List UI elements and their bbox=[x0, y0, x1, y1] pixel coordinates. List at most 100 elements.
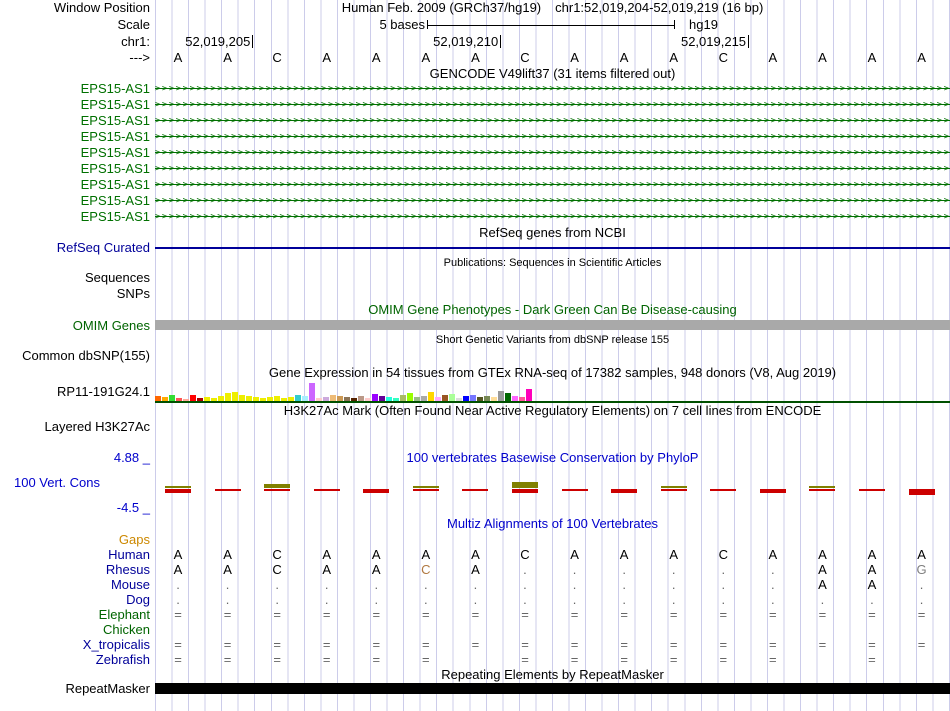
repeatmasker-label[interactable]: RepeatMasker bbox=[0, 682, 155, 696]
gencode-item-label[interactable]: EPS15-AS1 bbox=[0, 209, 155, 225]
alignment-cell: = bbox=[917, 607, 926, 622]
gencode-item-label[interactable]: EPS15-AS1 bbox=[0, 113, 155, 129]
phylop-negative-bar[interactable] bbox=[511, 489, 538, 493]
phylop-negative-bar[interactable] bbox=[165, 489, 191, 493]
omim-genes-label[interactable]: OMIM Genes bbox=[0, 318, 155, 333]
phylop-positive-bar[interactable] bbox=[264, 484, 291, 488]
phylop-positive-bar[interactable] bbox=[511, 482, 538, 488]
phylop-title[interactable]: 100 vertebrates Basewise Conservation by… bbox=[155, 450, 950, 466]
gencode-item-label[interactable]: EPS15-AS1 bbox=[0, 161, 155, 177]
gtex-tissue-bar[interactable] bbox=[498, 391, 504, 401]
phylop-negative-bar[interactable] bbox=[264, 489, 291, 491]
gencode-title[interactable]: GENCODE V49lift37 (31 items filtered out… bbox=[155, 66, 950, 81]
gtex-tissue-bar[interactable] bbox=[407, 393, 413, 401]
species-alignment-elephant[interactable]: = = = = = = = = = = = = = = = = bbox=[155, 607, 950, 622]
gencode-item-label[interactable]: EPS15-AS1 bbox=[0, 193, 155, 209]
gencode-item-label[interactable]: EPS15-AS1 bbox=[0, 145, 155, 161]
phylop-track-label[interactable]: 100 Vert. Cons bbox=[0, 466, 155, 500]
phylop-positive-bar[interactable] bbox=[660, 486, 687, 488]
phylop-positive-bar[interactable] bbox=[412, 486, 439, 488]
alignment-cell: = bbox=[471, 607, 480, 622]
gtex-tissue-bar[interactable] bbox=[372, 394, 378, 401]
phylop-negative-bar[interactable] bbox=[412, 489, 439, 491]
gtex-row: RP11-191G24.1 bbox=[0, 381, 950, 403]
alignment-cell: . bbox=[721, 562, 726, 577]
refseq-title[interactable]: RefSeq genes from NCBI bbox=[155, 225, 950, 240]
omim-title[interactable]: OMIM Gene Phenotypes - Dark Green Can Be… bbox=[155, 302, 950, 318]
gencode-item-label[interactable]: EPS15-AS1 bbox=[0, 177, 155, 193]
alignment-cell: = bbox=[769, 607, 777, 622]
transcript-row: EPS15-AS1 >>>>>>>>>>>>>>>>>>>>>>>>>>>>>>>… bbox=[0, 81, 950, 97]
species-label-human[interactable]: Human bbox=[0, 547, 155, 562]
phylop-negative-bar[interactable] bbox=[660, 489, 687, 491]
species-label-x_tropicalis[interactable]: X_tropicalis bbox=[0, 637, 155, 652]
publications-title[interactable]: Publications: Sequences in Scientific Ar… bbox=[155, 256, 950, 270]
phylop-wiggle-track[interactable] bbox=[155, 466, 950, 500]
repeatmasker-bar[interactable] bbox=[155, 683, 950, 694]
gtex-bar-chart[interactable] bbox=[155, 383, 532, 401]
species-label-mouse[interactable]: Mouse bbox=[0, 577, 155, 592]
phylop-negative-bar[interactable] bbox=[759, 489, 786, 493]
species-alignment-mouse[interactable]: ............. A A. bbox=[155, 577, 950, 592]
gencode-item-label[interactable]: EPS15-AS1 bbox=[0, 97, 155, 113]
species-alignment-human[interactable]: AACAAAACAAACAAAA bbox=[155, 547, 950, 562]
refseq-track bbox=[155, 240, 950, 256]
alignment-cell: . bbox=[176, 577, 180, 592]
species-alignment-x_tropicalis[interactable]: = = = = = = = = = = = = = = = = bbox=[155, 637, 950, 652]
h3k27ac-title[interactable]: H3K27Ac Mark (Often Found Near Active Re… bbox=[155, 403, 950, 419]
phylop-negative-bar[interactable] bbox=[710, 489, 737, 491]
phylop-negative-bar[interactable] bbox=[313, 489, 340, 491]
alignment-cell: = bbox=[322, 637, 331, 652]
gtex-tissue-bar[interactable] bbox=[428, 392, 434, 401]
phylop-negative-bar[interactable] bbox=[214, 489, 241, 491]
spacer-label bbox=[0, 696, 155, 711]
species-label-zebrafish[interactable]: Zebrafish bbox=[0, 652, 155, 667]
phylop-negative-bar[interactable] bbox=[462, 489, 489, 491]
species-alignment-chicken[interactable] bbox=[155, 622, 950, 637]
species-label-dog[interactable]: Dog bbox=[0, 592, 155, 607]
species-label-elephant[interactable]: Elephant bbox=[0, 607, 155, 622]
gtex-tissue-bar[interactable] bbox=[449, 394, 455, 401]
gtex-gene-label[interactable]: RP11-191G24.1 bbox=[0, 381, 155, 403]
dbsnp-title[interactable]: Short Genetic Variants from dbSNP releas… bbox=[155, 333, 950, 348]
transcript-row: EPS15-AS1 >>>>>>>>>>>>>>>>>>>>>>>>>>>>>>>… bbox=[0, 177, 950, 193]
phylop-negative-bar[interactable] bbox=[858, 489, 885, 491]
alignment-cell: C bbox=[272, 547, 282, 562]
position-title: chr1:52,019,204-52,019,219 (16 bp) bbox=[555, 0, 764, 15]
multiz-title[interactable]: Multiz Alignments of 100 Vertebrates bbox=[155, 516, 950, 532]
gaps-label[interactable]: Gaps bbox=[0, 532, 155, 547]
transcript-track: >>>>>>>>>>>>>>>>>>>>>>>>>>>>>>>>>>>>>>>>… bbox=[155, 81, 950, 97]
coordinate-ruler[interactable]: 52,019,205 52,019,210 52,019,215 bbox=[155, 33, 950, 50]
species-label-chicken[interactable]: Chicken bbox=[0, 622, 155, 637]
phylop-negative-bar[interactable] bbox=[561, 489, 588, 491]
omim-gene-bar[interactable] bbox=[155, 320, 950, 330]
species-alignment-dog[interactable]: ................ bbox=[155, 592, 950, 607]
gtex-tissue-bar[interactable] bbox=[505, 393, 511, 401]
gencode-item-label[interactable]: EPS15-AS1 bbox=[0, 81, 155, 97]
phylop-negative-bar[interactable] bbox=[611, 489, 638, 493]
species-alignment-zebrafish[interactable]: = = = = = = = = = = = = = bbox=[155, 652, 950, 667]
gtex-tissue-bar[interactable] bbox=[309, 383, 315, 401]
sequences-label[interactable]: Sequences bbox=[0, 270, 155, 286]
gencode-item-label[interactable]: EPS15-AS1 bbox=[0, 129, 155, 145]
repeatmasker-title[interactable]: Repeating Elements by RepeatMasker bbox=[155, 667, 950, 682]
alignment-cell: C bbox=[520, 547, 530, 562]
snps-label[interactable]: SNPs bbox=[0, 286, 155, 302]
phylop-positive-bar[interactable] bbox=[165, 486, 191, 488]
phylop-negative-bar[interactable] bbox=[908, 489, 935, 495]
phylop-negative-bar[interactable] bbox=[363, 489, 390, 493]
phylop-positive-bar[interactable] bbox=[809, 486, 836, 488]
refseq-curated-line[interactable] bbox=[155, 247, 950, 249]
sequence-ruler[interactable]: AACAAAACAAACAAAA bbox=[155, 50, 950, 66]
phylop-negative-bar[interactable] bbox=[809, 489, 836, 491]
species-alignment-rhesus[interactable]: A A C A A C A...... A A G bbox=[155, 562, 950, 577]
refseq-curated-label[interactable]: RefSeq Curated bbox=[0, 240, 155, 256]
alignment-cell: . bbox=[622, 592, 626, 607]
species-label-rhesus[interactable]: Rhesus bbox=[0, 562, 155, 577]
gtex-title[interactable]: Gene Expression in 54 tissues from GTEx … bbox=[155, 364, 950, 381]
dbsnp-label[interactable]: Common dbSNP(155) bbox=[0, 348, 155, 364]
gtex-tissue-bar[interactable] bbox=[232, 392, 238, 401]
h3k27ac-label[interactable]: Layered H3K27Ac bbox=[0, 419, 155, 434]
gtex-tissue-bar[interactable] bbox=[225, 393, 231, 401]
gtex-tissue-bar[interactable] bbox=[526, 389, 532, 401]
